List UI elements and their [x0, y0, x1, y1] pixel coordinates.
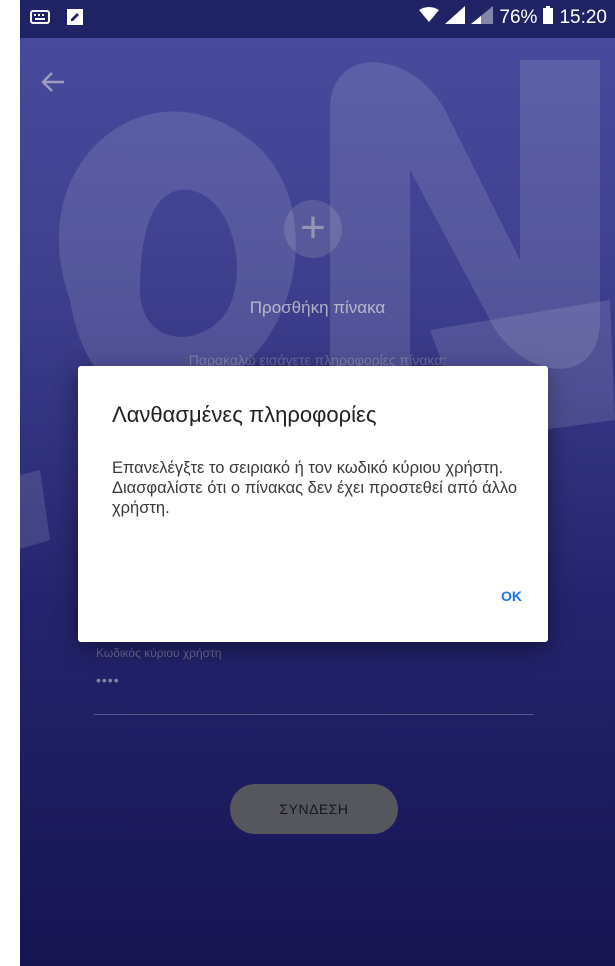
battery-icon: [543, 6, 554, 30]
keyboard-icon: [30, 9, 50, 30]
status-left-icons: [30, 8, 84, 31]
ok-button[interactable]: OK: [501, 588, 522, 604]
edit-icon: [66, 8, 84, 31]
battery-text: 76%: [499, 7, 538, 28]
signal-icon: [445, 6, 466, 30]
dialog-message: Επανελέγξτε το σειριακό ή τον κωδικό κύρ…: [112, 459, 518, 517]
dialog-title: Λανθασμένες πληροφορίες: [112, 402, 377, 427]
status-right: 76% 15:20: [419, 6, 607, 30]
phone-screen: 76% 15:20 + Προσθήκη πίνακα Παρακαλώ εισ…: [20, 0, 615, 966]
wifi-icon: [419, 7, 440, 29]
error-dialog: Λανθασμένες πληροφορίες Επανελέγξτε το σ…: [78, 366, 548, 642]
signal-icon-2: [471, 6, 494, 30]
status-bar: 76% 15:20: [20, 0, 615, 38]
clock: 15:20: [559, 7, 607, 28]
